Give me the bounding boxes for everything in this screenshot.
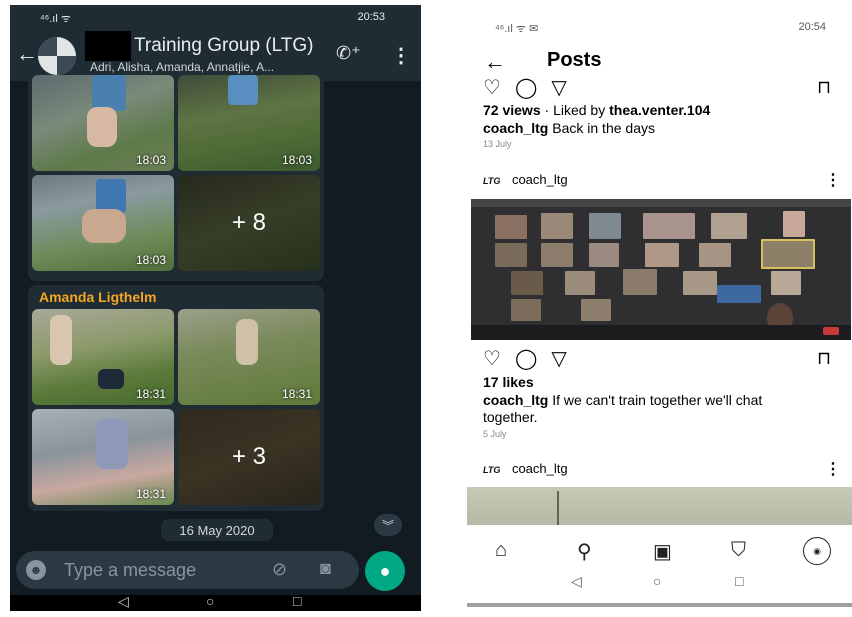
group-title[interactable]: Training Group (LTG) xyxy=(134,35,314,57)
media-message: Amanda Ligthelm 18:31 18:31 18:31 + 3 xyxy=(28,285,324,511)
page-title: Posts xyxy=(547,49,602,71)
nav-recents-icon[interactable]: □ xyxy=(293,593,301,609)
clock: 20:54 xyxy=(798,21,826,33)
back-arrow-icon[interactable]: ← xyxy=(484,49,506,75)
more-vertical-icon[interactable]: ⋮ xyxy=(391,43,411,68)
post-image[interactable] xyxy=(471,199,851,340)
post-header: LTG coach_ltg ⋮ xyxy=(483,170,843,190)
nav-recents-icon[interactable]: □ xyxy=(735,573,743,589)
sender-name: Amanda Ligthelm xyxy=(39,289,157,305)
message-time: 18:31 xyxy=(281,387,312,401)
message-time: 18:03 xyxy=(281,153,312,167)
heart-icon[interactable]: ♡ xyxy=(483,75,501,100)
post-username[interactable]: coach_ltg xyxy=(512,172,568,187)
nav-back-icon[interactable]: ◁ xyxy=(118,593,129,610)
caption-continuation: together. xyxy=(483,409,538,425)
message-input[interactable]: Type a message xyxy=(64,560,196,581)
bottom-nav: ⌂ ⚲ ▣ ⛉ ◉ ◁ ○ □ xyxy=(467,525,852,603)
instagram-screen: ⁴⁶.ıl ᯤ ✉ 20:54 ← Posts ♡ ◯ ▽ ⊓ 72 views ·… xyxy=(467,5,852,607)
post-views: 72 views · Liked by thea.venter.104 xyxy=(483,102,711,118)
profile-avatar-icon[interactable]: LTG xyxy=(483,465,500,475)
caption-user[interactable]: coach_ltg xyxy=(483,392,548,408)
profile-avatar-icon[interactable]: LTG xyxy=(483,176,500,186)
post-header: LTG coach_ltg ⋮ xyxy=(483,459,843,479)
shop-icon[interactable]: ⛉ xyxy=(731,539,746,562)
media-thumbnail[interactable]: 18:31 xyxy=(32,309,174,405)
media-thumbnail[interactable]: 18:03 xyxy=(32,175,174,271)
share-icon[interactable]: ▽ xyxy=(551,75,566,100)
post-image[interactable] xyxy=(467,487,852,527)
status-bar: ⁴⁶.ıl ᯤ 20:53 xyxy=(10,5,421,29)
media-thumbnail[interactable]: 18:03 xyxy=(32,75,174,171)
status-bar: ⁴⁶.ıl ᯤ ✉ 20:54 xyxy=(467,5,852,45)
liked-by-label: Liked by xyxy=(553,102,610,118)
date-separator: 16 May 2020 xyxy=(161,519,273,541)
liked-by-user[interactable]: thea.venter.104 xyxy=(609,102,710,118)
system-nav-bar: ◁ ○ □ xyxy=(10,593,421,611)
bookmark-icon[interactable]: ⊓ xyxy=(817,77,831,98)
post-actions: ♡ ◯ ▽ xyxy=(483,75,581,100)
message-composer[interactable]: ☻ Type a message ⊘ ◙ xyxy=(16,551,359,589)
search-icon[interactable]: ⚲ xyxy=(577,539,592,564)
more-vertical-icon[interactable]: ⋮ xyxy=(825,170,841,190)
nav-home-icon[interactable]: ○ xyxy=(206,593,214,609)
nav-back-icon[interactable]: ◁ xyxy=(571,573,582,590)
camera-icon[interactable]: ◙ xyxy=(320,558,331,579)
back-arrow-icon[interactable]: ← xyxy=(16,43,38,65)
mic-icon[interactable]: ● xyxy=(365,551,405,591)
caption-text: If we can't train together we'll chat xyxy=(552,392,763,408)
heart-icon[interactable]: ♡ xyxy=(483,346,501,371)
message-time: 18:31 xyxy=(135,487,166,501)
media-message: 18:03 18:03 18:03 + 8 xyxy=(28,75,324,281)
post-date: 5 July xyxy=(483,429,507,439)
signal-status: ⁴⁶.ıl ᯤ xyxy=(40,13,71,25)
message-time: 18:31 xyxy=(135,387,166,401)
add-call-icon[interactable]: ✆⁺ xyxy=(336,43,361,64)
message-time: 18:03 xyxy=(135,253,166,267)
comment-icon[interactable]: ◯ xyxy=(515,75,537,100)
emoji-icon[interactable]: ☻ xyxy=(26,560,46,580)
caption-user[interactable]: coach_ltg xyxy=(483,120,548,136)
clock: 20:53 xyxy=(357,11,385,23)
post-username[interactable]: coach_ltg xyxy=(512,461,568,476)
home-icon[interactable]: ⌂ xyxy=(495,539,507,562)
media-thumbnail[interactable]: 18:31 xyxy=(32,409,174,505)
media-thumbnail[interactable]: 18:31 xyxy=(178,309,320,405)
media-thumbnail[interactable]: 18:03 xyxy=(178,75,320,171)
more-vertical-icon[interactable]: ⋮ xyxy=(825,459,841,479)
scroll-down-icon[interactable]: ︾ xyxy=(374,514,402,536)
comment-icon[interactable]: ◯ xyxy=(515,346,537,371)
media-thumbnail-more[interactable]: + 8 xyxy=(178,175,320,271)
more-media-count: + 8 xyxy=(178,175,320,271)
bookmark-icon[interactable]: ⊓ xyxy=(817,348,831,369)
media-thumbnail-more[interactable]: + 3 xyxy=(178,409,320,505)
nav-home-icon[interactable]: ○ xyxy=(653,573,661,589)
reels-icon[interactable]: ▣ xyxy=(653,539,672,564)
group-members: Adri, Alisha, Amanda, Annatjie, A... xyxy=(90,60,275,74)
message-time: 18:03 xyxy=(135,153,166,167)
more-media-count: + 3 xyxy=(178,409,320,505)
post-caption: coach_ltg Back in the days xyxy=(483,120,655,136)
group-avatar[interactable] xyxy=(38,37,76,75)
chat-header: ← Training Group (LTG) Adri, Alisha, Ama… xyxy=(10,29,421,81)
views-count: 72 views xyxy=(483,102,541,118)
redaction-box xyxy=(85,31,131,61)
likes-count[interactable]: 17 likes xyxy=(483,374,534,390)
post-caption: coach_ltg If we can't train together we'… xyxy=(483,392,762,408)
attach-icon[interactable]: ⊘ xyxy=(272,559,287,580)
post-date: 13 July xyxy=(483,139,512,149)
whatsapp-screen: ⁴⁶.ıl ᯤ 20:53 ← Training Group (LTG) Adr… xyxy=(10,5,421,611)
signal-status: ⁴⁶.ıl ᯤ ✉ xyxy=(495,23,539,35)
post-actions: ♡ ◯ ▽ xyxy=(483,346,581,371)
share-icon[interactable]: ▽ xyxy=(551,346,566,371)
profile-avatar-icon[interactable]: ◉ xyxy=(803,537,831,565)
caption-text: Back in the days xyxy=(552,120,655,136)
